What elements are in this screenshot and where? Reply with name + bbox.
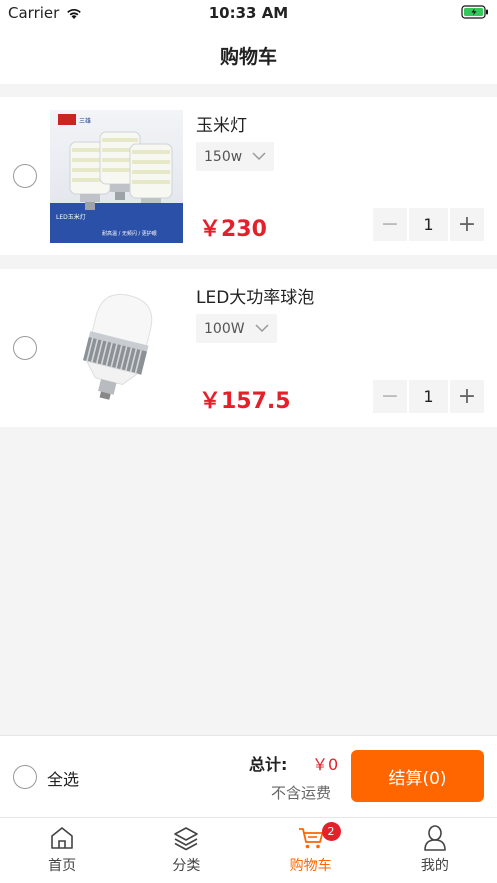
quantity-value[interactable]: 1 bbox=[409, 380, 448, 413]
select-all-label[interactable]: 全选 bbox=[47, 766, 79, 790]
tab-label: 首页 bbox=[48, 858, 77, 874]
nav-bar: 购物车 bbox=[0, 26, 497, 84]
thumb-line2: 耐高温 / 无频闪 / 更护眼 bbox=[102, 230, 157, 237]
spec-value: 100W bbox=[204, 320, 245, 337]
spec-selector[interactable]: 150w bbox=[196, 142, 275, 171]
product-name[interactable]: 玉米灯 bbox=[196, 111, 247, 136]
tab-mine[interactable]: 我的 bbox=[373, 818, 497, 883]
decrease-button[interactable]: − bbox=[373, 380, 407, 413]
tab-label: 分类 bbox=[172, 858, 201, 874]
quantity-stepper: − 1 + bbox=[373, 380, 484, 413]
tab-bar: 首页 分类 2 购物车 我的 bbox=[0, 817, 497, 883]
tab-category[interactable]: 分类 bbox=[124, 818, 248, 883]
status-bar: Carrier 10:33 AM bbox=[0, 0, 497, 26]
tab-home[interactable]: 首页 bbox=[0, 818, 124, 883]
tab-label: 购物车 bbox=[289, 858, 332, 874]
cart-badge: 2 bbox=[321, 822, 341, 841]
item-select-radio[interactable] bbox=[13, 164, 37, 188]
tab-label: 我的 bbox=[420, 858, 449, 874]
increase-button[interactable]: + bbox=[450, 208, 484, 241]
product-image[interactable] bbox=[50, 282, 183, 415]
product-price: ￥230 bbox=[199, 217, 267, 242]
shipping-note: 不含运费 bbox=[271, 784, 332, 802]
cart-icon bbox=[297, 824, 325, 852]
status-time: 10:33 AM bbox=[208, 4, 289, 22]
battery-icon bbox=[461, 5, 489, 23]
thumb-line1: LED玉米灯 bbox=[56, 213, 86, 221]
cart-item: 三雄 LED玉米灯 耐高温 / 无频闪 / 更护眼 玉米灯 150w ￥230 … bbox=[0, 97, 497, 255]
checkout-button[interactable]: 结算(0) bbox=[351, 750, 484, 802]
product-image[interactable]: 三雄 LED玉米灯 耐高温 / 无频闪 / 更护眼 bbox=[50, 110, 183, 243]
chevron-down-icon bbox=[252, 152, 266, 161]
select-all-radio[interactable] bbox=[13, 765, 37, 789]
home-icon bbox=[48, 824, 76, 852]
total-value: ￥0 bbox=[312, 755, 339, 774]
item-select-radio[interactable] bbox=[13, 336, 37, 360]
spec-selector[interactable]: 100W bbox=[196, 314, 277, 343]
checkout-bar: 全选 总计: ￥0 不含运费 结算(0) bbox=[0, 735, 497, 817]
tab-cart[interactable]: 2 购物车 bbox=[249, 818, 373, 883]
quantity-stepper: − 1 + bbox=[373, 208, 484, 241]
increase-button[interactable]: + bbox=[450, 380, 484, 413]
page-title: 购物车 bbox=[219, 45, 277, 68]
decrease-button[interactable]: − bbox=[373, 208, 407, 241]
chevron-down-icon bbox=[255, 324, 269, 333]
total-label: 总计: bbox=[249, 755, 288, 774]
spec-value: 150w bbox=[204, 148, 243, 165]
product-price: ￥157.5 bbox=[199, 389, 291, 414]
layers-icon bbox=[172, 824, 200, 852]
quantity-value[interactable]: 1 bbox=[409, 208, 448, 241]
user-icon bbox=[421, 824, 449, 852]
cart-item: LED大功率球泡 100W ￥157.5 − 1 + bbox=[0, 269, 497, 427]
product-name[interactable]: LED大功率球泡 bbox=[196, 283, 314, 308]
brand-text: 三雄 bbox=[79, 117, 91, 125]
corn-bulb-3 bbox=[129, 143, 173, 203]
